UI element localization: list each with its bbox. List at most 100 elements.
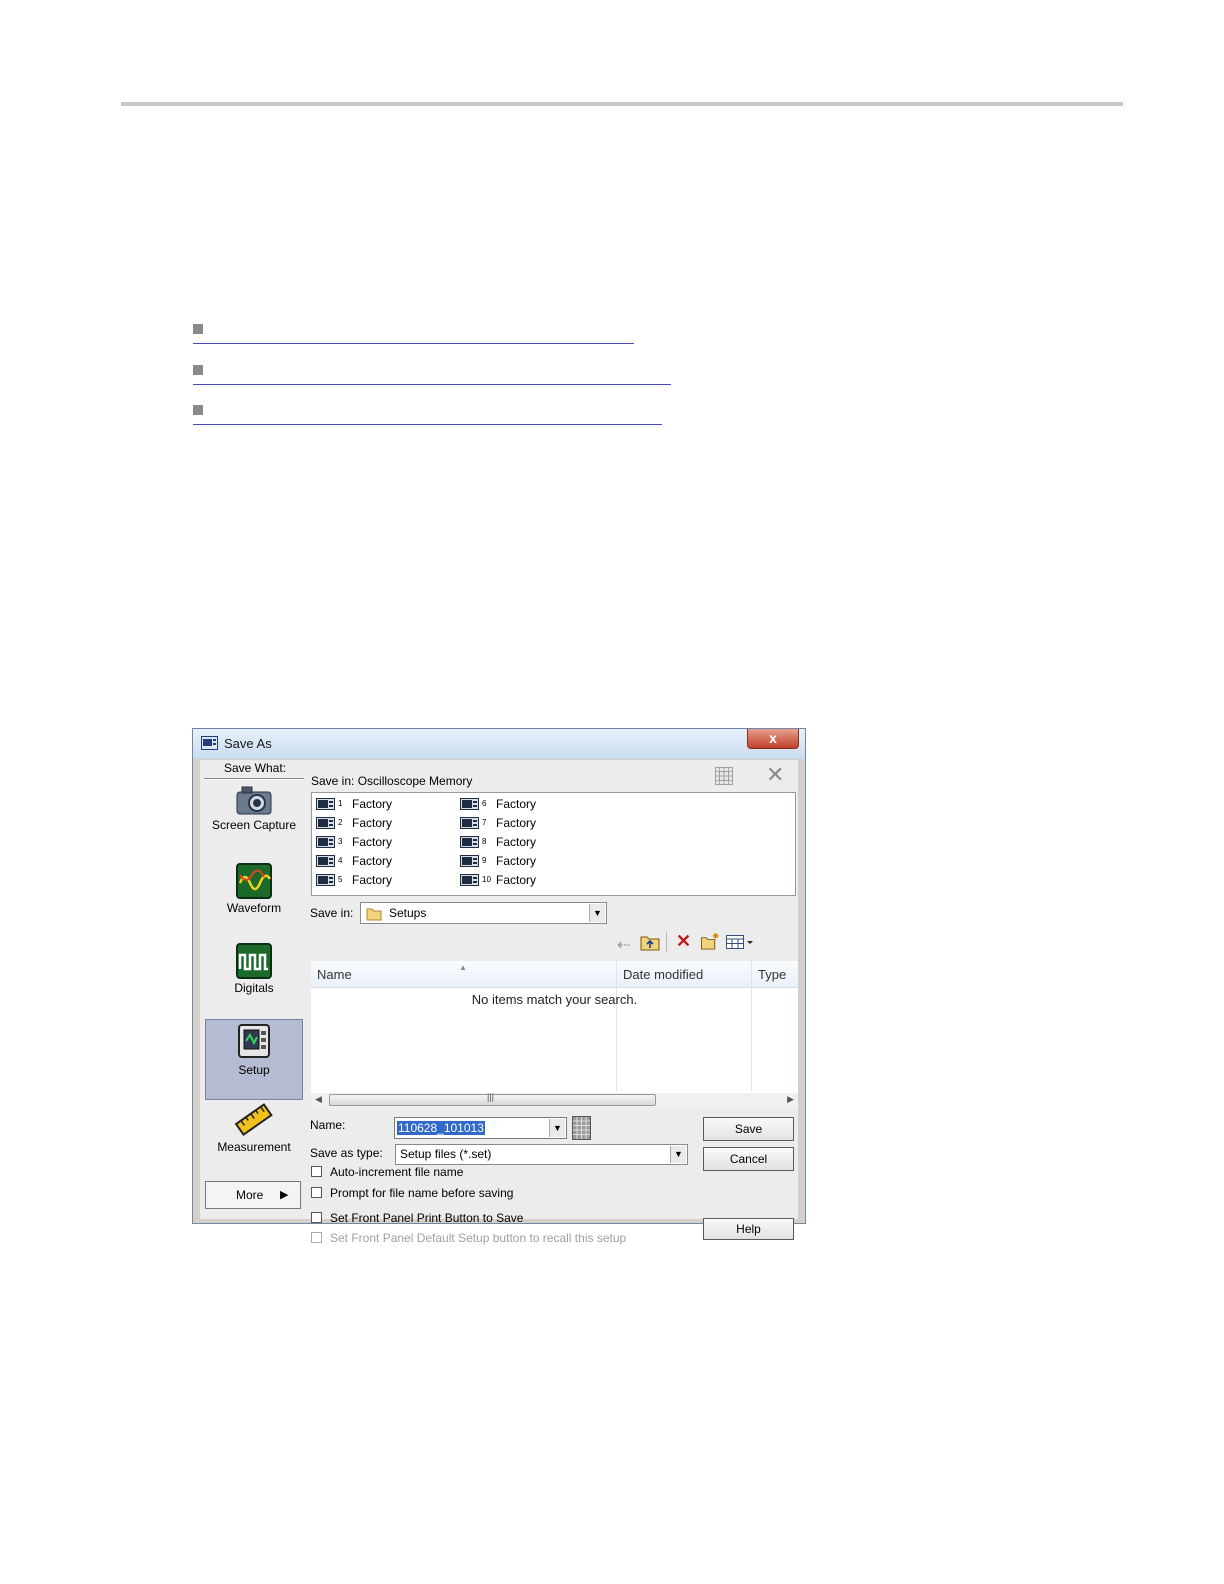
page-header-rule bbox=[121, 102, 1123, 106]
column-header-date-modified[interactable]: Date modified bbox=[617, 961, 751, 988]
back-arrow-icon[interactable]: ⇠ bbox=[617, 935, 630, 954]
save-as-type-value: Setup files (*.set) bbox=[400, 1147, 492, 1161]
slot-name: Factory bbox=[352, 816, 393, 830]
checkbox-box[interactable] bbox=[311, 1212, 322, 1223]
chevron-down-icon[interactable]: ▼ bbox=[549, 1119, 565, 1137]
slot-number: 9 bbox=[482, 856, 487, 865]
grip-icon: ||| bbox=[487, 1092, 495, 1102]
keypad-grid-icon[interactable] bbox=[715, 767, 733, 785]
view-menu-icon[interactable] bbox=[726, 933, 754, 951]
category-label: Waveform bbox=[226, 901, 282, 915]
name-label: Name: bbox=[310, 1118, 346, 1132]
close-icon[interactable]: ✕ bbox=[766, 764, 784, 786]
save-button[interactable]: Save bbox=[703, 1117, 794, 1141]
slot-name: Factory bbox=[496, 854, 537, 868]
new-folder-icon[interactable] bbox=[700, 932, 720, 950]
bullet-link-3[interactable] bbox=[193, 405, 662, 427]
setup-slot-icon bbox=[316, 817, 335, 829]
bullet-link-2[interactable] bbox=[193, 365, 671, 387]
bullet-square-icon bbox=[193, 324, 203, 334]
checkbox-label: Set Front Panel Print Button to Save bbox=[330, 1211, 524, 1225]
dialog-titlebar: Save As x bbox=[193, 729, 805, 759]
category-waveform[interactable]: Waveform bbox=[205, 863, 303, 941]
setup-slot-icon bbox=[460, 855, 479, 867]
slot-name: Factory bbox=[496, 797, 537, 811]
save-as-type-dropdown[interactable]: Setup files (*.set) ▼ bbox=[395, 1144, 688, 1165]
chevron-down-icon: ▼ bbox=[589, 904, 605, 922]
scroll-right-icon[interactable]: ▶ bbox=[787, 1094, 794, 1105]
bullet-link-1[interactable] bbox=[193, 324, 634, 346]
slot-number: 1 bbox=[338, 799, 343, 808]
camera-icon bbox=[236, 786, 272, 815]
checkbox-box bbox=[311, 1232, 322, 1243]
checkbox-label: Auto-increment file name bbox=[330, 1165, 464, 1179]
save-in-value: Setups bbox=[389, 906, 427, 920]
column-separator bbox=[616, 961, 617, 1091]
category-label: Setup bbox=[238, 1063, 270, 1077]
slot-number: 6 bbox=[482, 799, 487, 808]
empty-list-message: No items match your search. bbox=[471, 992, 638, 1007]
slot-name: Factory bbox=[352, 797, 393, 811]
close-button[interactable]: x bbox=[747, 729, 799, 749]
category-setup[interactable]: Setup bbox=[205, 1019, 303, 1100]
keypad-icon[interactable] bbox=[572, 1116, 591, 1140]
sort-up-icon: ▲ bbox=[459, 963, 467, 972]
checkbox-box[interactable] bbox=[311, 1187, 322, 1198]
slot-number: 8 bbox=[482, 837, 487, 846]
checkbox-box[interactable] bbox=[311, 1166, 322, 1177]
slot-name: Factory bbox=[352, 854, 393, 868]
slot-name: Factory bbox=[496, 816, 537, 830]
up-folder-icon[interactable] bbox=[640, 933, 660, 951]
bullet-square-icon bbox=[193, 405, 203, 415]
file-list-view: Name ▲ Date modified Type No items match… bbox=[311, 961, 798, 1095]
checkbox-label: Prompt for file name before saving bbox=[330, 1186, 514, 1200]
help-button[interactable]: Help bbox=[703, 1218, 794, 1240]
toolbar-divider bbox=[666, 932, 667, 952]
save-what-panel: Save What: Screen Capture Waveform Digit… bbox=[200, 760, 304, 1219]
slot-name: Factory bbox=[496, 835, 537, 849]
link-underline bbox=[193, 424, 662, 425]
setup-slot-icon bbox=[460, 798, 479, 810]
delete-icon[interactable]: ✕ bbox=[676, 931, 691, 951]
oscilloscope-app-icon bbox=[201, 736, 218, 750]
horizontal-scrollbar[interactable]: ◀ ||| ▶ bbox=[311, 1092, 798, 1108]
link-underline bbox=[193, 384, 671, 385]
category-digitals[interactable]: Digitals bbox=[205, 943, 303, 1021]
more-button-label: More bbox=[236, 1188, 264, 1202]
more-button[interactable]: More ▶ bbox=[205, 1181, 301, 1209]
slot-number: 2 bbox=[338, 818, 343, 827]
cancel-button[interactable]: Cancel bbox=[703, 1147, 794, 1171]
setup-slot-icon bbox=[316, 836, 335, 848]
scroll-thumb[interactable]: ||| bbox=[329, 1092, 656, 1106]
chevron-down-icon: ▼ bbox=[670, 1146, 686, 1163]
category-measurement[interactable]: Measurement bbox=[205, 1102, 303, 1180]
column-header-label: Name bbox=[317, 967, 352, 982]
folder-icon bbox=[366, 908, 382, 921]
checkbox-label: Set Front Panel Default Setup button to … bbox=[330, 1231, 627, 1245]
setup-slot-icon bbox=[460, 836, 479, 848]
slot-number: 5 bbox=[338, 875, 343, 884]
selected-file-name: 110628_101013 bbox=[397, 1121, 485, 1135]
save-as-dialog: Save As x Save What: Screen Capture Wave… bbox=[192, 728, 806, 1245]
slot-name: Factory bbox=[496, 873, 537, 887]
save-in-dropdown[interactable]: Setups ▼ bbox=[360, 902, 607, 924]
setup-slot-icon bbox=[460, 874, 479, 886]
category-label: Measurement bbox=[217, 1140, 291, 1154]
bullet-square-icon bbox=[193, 365, 203, 375]
column-header-label: Date modified bbox=[623, 967, 704, 982]
column-header-type[interactable]: Type bbox=[752, 961, 798, 988]
scroll-left-icon[interactable]: ◀ bbox=[315, 1094, 322, 1105]
save-as-type-label: Save as type: bbox=[310, 1146, 383, 1160]
slot-name: Factory bbox=[352, 873, 393, 887]
category-screen-capture[interactable]: Screen Capture bbox=[205, 784, 303, 862]
link-underline bbox=[193, 343, 634, 344]
save-in-label: Save in: bbox=[310, 906, 354, 920]
column-separator bbox=[751, 961, 752, 1091]
column-header-name[interactable]: Name ▲ bbox=[311, 961, 616, 988]
setup-slot-icon bbox=[316, 798, 335, 810]
file-name-input[interactable]: 110628_101013 ▼ bbox=[394, 1117, 567, 1139]
slot-number: 7 bbox=[482, 818, 487, 827]
slot-name: Factory bbox=[352, 835, 393, 849]
memory-location-label: Save in: Oscilloscope Memory bbox=[311, 774, 473, 788]
digitals-icon bbox=[236, 943, 272, 979]
